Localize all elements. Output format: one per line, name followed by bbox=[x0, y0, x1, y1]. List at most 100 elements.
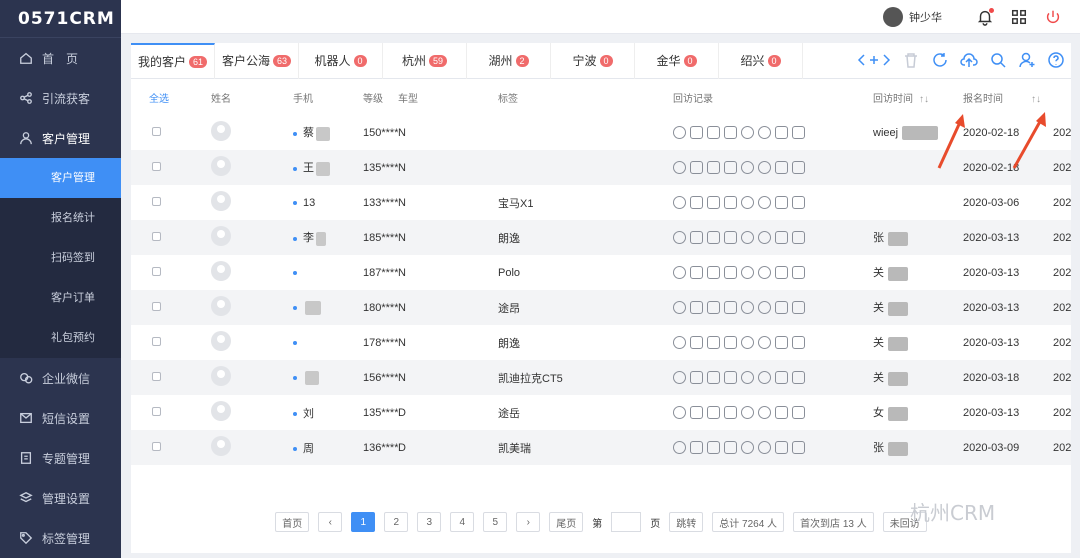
row-checkbox[interactable] bbox=[152, 301, 161, 311]
table-row[interactable]: 王135****90N2020-02-182020-01-10 bbox=[131, 150, 1071, 185]
tag-icon[interactable] bbox=[724, 126, 737, 139]
row-checkbox[interactable] bbox=[152, 231, 161, 241]
row-checkbox[interactable] bbox=[152, 266, 161, 276]
bell-icon[interactable] bbox=[976, 7, 994, 26]
tag-icon[interactable] bbox=[707, 336, 720, 349]
tag-icon[interactable] bbox=[741, 161, 754, 174]
sidebar-item-mail[interactable]: 短信设置 bbox=[0, 398, 121, 438]
tag-icon[interactable] bbox=[741, 266, 754, 279]
tab-2[interactable]: 机器人 0 bbox=[299, 42, 383, 79]
sidebar-subitem[interactable]: 报名统计 bbox=[0, 198, 121, 238]
tag-icon[interactable] bbox=[758, 266, 771, 279]
tag-icon[interactable] bbox=[707, 301, 720, 314]
tag-icon[interactable] bbox=[792, 196, 805, 209]
tag-icon[interactable] bbox=[758, 441, 771, 454]
visit-record[interactable]: 关 bbox=[873, 267, 884, 279]
tag-icon[interactable] bbox=[724, 266, 737, 279]
tag-icon[interactable] bbox=[707, 371, 720, 384]
tag-icon[interactable] bbox=[673, 441, 686, 454]
sidebar-subitem[interactable]: 礼包预约 bbox=[0, 318, 121, 358]
tag-icon[interactable] bbox=[707, 231, 720, 244]
tag-icon[interactable] bbox=[741, 336, 754, 349]
tag-icon[interactable] bbox=[707, 406, 720, 419]
sidebar-item-home[interactable]: 首 页 bbox=[0, 38, 121, 78]
tag-icon[interactable] bbox=[673, 336, 686, 349]
tag-icon[interactable] bbox=[741, 371, 754, 384]
tag-icon[interactable] bbox=[707, 126, 720, 139]
tab-5[interactable]: 宁波 0 bbox=[551, 42, 635, 79]
tag-icon[interactable] bbox=[758, 126, 771, 139]
page-button[interactable]: 3 bbox=[417, 512, 442, 532]
customer-name[interactable]: 李 bbox=[303, 232, 314, 244]
trash-icon[interactable] bbox=[902, 51, 920, 69]
tab-0[interactable]: 我的客户 61 bbox=[131, 42, 215, 79]
tag-icon[interactable] bbox=[724, 336, 737, 349]
search-icon[interactable] bbox=[989, 51, 1007, 69]
tag-icon[interactable] bbox=[792, 371, 805, 384]
tag-icon[interactable] bbox=[707, 266, 720, 279]
tag-icon[interactable] bbox=[775, 406, 788, 419]
sidebar-item-user[interactable]: 客户管理 bbox=[0, 118, 121, 158]
tag-icon[interactable] bbox=[673, 301, 686, 314]
tag-icon[interactable] bbox=[673, 231, 686, 244]
sidebar-item-topic[interactable]: 专题管理 bbox=[0, 438, 121, 478]
tab-4[interactable]: 湖州 2 bbox=[467, 42, 551, 79]
tag-icon[interactable] bbox=[724, 441, 737, 454]
tag-icon[interactable] bbox=[741, 301, 754, 314]
tag-icon[interactable] bbox=[792, 301, 805, 314]
first-page-button[interactable]: 首页 bbox=[275, 512, 310, 532]
sidebar-subitem[interactable]: 扫码签到 bbox=[0, 238, 121, 278]
table-row[interactable]: 蔡150****66Nwieej2020-02-182020-01-10 bbox=[131, 115, 1071, 150]
tag-icon[interactable] bbox=[690, 301, 703, 314]
visit-record[interactable]: 张 bbox=[873, 232, 884, 244]
tag-icon[interactable] bbox=[741, 406, 754, 419]
row-checkbox[interactable] bbox=[152, 161, 161, 171]
tag-icon[interactable] bbox=[758, 231, 771, 244]
expand-icon[interactable] bbox=[857, 51, 891, 69]
tag-icon[interactable] bbox=[673, 371, 686, 384]
customer-name[interactable]: 周 bbox=[303, 443, 314, 455]
row-checkbox[interactable] bbox=[152, 126, 161, 136]
tag-icon[interactable] bbox=[775, 196, 788, 209]
upload-icon[interactable] bbox=[960, 51, 978, 69]
tag-icon[interactable] bbox=[724, 371, 737, 384]
table-row[interactable]: 156****79N 凯迪拉克CT5 关 2020-03-18 2020-01-10 bbox=[131, 360, 1071, 395]
tag-icon[interactable] bbox=[775, 371, 788, 384]
sort-arrows-icon[interactable]: ↑↓ bbox=[919, 94, 929, 105]
tag-icon[interactable] bbox=[707, 196, 720, 209]
tag-icon[interactable] bbox=[724, 161, 737, 174]
row-checkbox[interactable] bbox=[152, 406, 161, 416]
prev-page-button[interactable]: ‹ bbox=[318, 512, 343, 532]
tag-icon[interactable] bbox=[775, 231, 788, 244]
table-row[interactable]: 180****21N 途昂 关 2020-03-13 2020-01-10 bbox=[131, 290, 1071, 325]
tab-6[interactable]: 金华 0 bbox=[635, 42, 719, 79]
visit-record[interactable]: 关 bbox=[873, 372, 884, 384]
customer-name[interactable]: 13 bbox=[303, 197, 315, 209]
customer-name[interactable]: 蔡 bbox=[303, 127, 314, 139]
visit-record[interactable]: wieej bbox=[873, 126, 898, 138]
visit-record[interactable]: 女 bbox=[873, 407, 884, 419]
tag-icon[interactable] bbox=[792, 336, 805, 349]
tag-icon[interactable] bbox=[792, 406, 805, 419]
tag-icon[interactable] bbox=[792, 161, 805, 174]
last-page-button[interactable]: 尾页 bbox=[549, 512, 584, 532]
sidebar-item-wechat[interactable]: 企业微信 bbox=[0, 358, 121, 398]
tag-icon[interactable] bbox=[690, 126, 703, 139]
page-button[interactable]: 2 bbox=[384, 512, 409, 532]
tag-icon[interactable] bbox=[673, 161, 686, 174]
tag-icon[interactable] bbox=[758, 406, 771, 419]
table-row[interactable]: 178****63N 朗逸 关 2020-03-13 2020-01-10 bbox=[131, 325, 1071, 360]
tag-icon[interactable] bbox=[792, 126, 805, 139]
header-visit-time[interactable]: 回访时间 ↑↓ bbox=[873, 79, 963, 115]
tag-icon[interactable] bbox=[758, 371, 771, 384]
visit-record[interactable]: 张 bbox=[873, 442, 884, 454]
tag-icon[interactable] bbox=[707, 441, 720, 454]
select-all[interactable]: 全选 bbox=[149, 79, 211, 115]
tag-icon[interactable] bbox=[690, 231, 703, 244]
page-button[interactable]: 4 bbox=[450, 512, 475, 532]
tag-icon[interactable] bbox=[724, 231, 737, 244]
sidebar-item-share[interactable]: 引流获客 bbox=[0, 78, 121, 118]
help-icon[interactable] bbox=[1047, 51, 1065, 69]
tag-icon[interactable] bbox=[775, 161, 788, 174]
tag-icon[interactable] bbox=[690, 406, 703, 419]
